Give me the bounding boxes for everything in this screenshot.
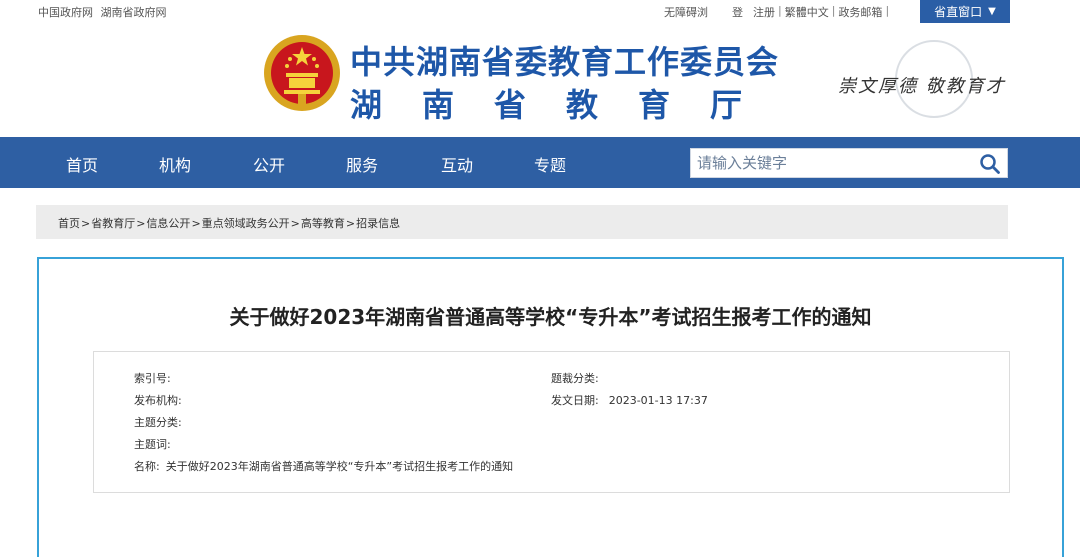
breadcrumb-separator: > xyxy=(290,217,300,230)
search-box xyxy=(690,148,1008,178)
link-accessibility[interactable]: 无障碍浏 xyxy=(664,4,708,20)
site-title-line2: 湖南省教育厅 xyxy=(350,86,783,124)
breadcrumb-separator: > xyxy=(81,217,91,230)
meta-date-label: 发文日期: xyxy=(551,394,599,407)
separator: | xyxy=(831,4,836,17)
nav-item-institutions[interactable]: 机构 xyxy=(159,152,191,176)
breadcrumb-separator: > xyxy=(345,217,356,230)
link-traditional-chinese[interactable]: 繁體中文 xyxy=(785,4,829,20)
meta-publisher: 发布机构: xyxy=(134,392,190,408)
separator: | xyxy=(778,4,782,17)
link-china-gov[interactable]: 中国政府网 xyxy=(38,6,93,19)
meta-keywords-label: 主题词: xyxy=(134,438,171,451)
meta-index: 索引号: xyxy=(134,370,179,386)
breadcrumb-item-admissions[interactable]: 招录信息 xyxy=(356,217,400,230)
meta-keywords: 主题词: xyxy=(134,436,179,452)
nav-item-home[interactable]: 首页 xyxy=(66,152,98,176)
meta-date: 发文日期: 2023-01-13 17:37 xyxy=(551,392,708,408)
search-icon[interactable] xyxy=(979,153,1001,175)
meta-name-label: 名称: xyxy=(134,460,160,473)
meta-category: 题裁分类: xyxy=(551,370,607,386)
national-emblem-icon xyxy=(264,35,340,111)
nav-item-interaction[interactable]: 互动 xyxy=(441,152,473,176)
link-gov-mail[interactable]: 政务邮箱 xyxy=(838,4,882,20)
breadcrumb-item-info-disclosure[interactable]: 信息公开 xyxy=(146,217,190,230)
nav-item-topics[interactable]: 专题 xyxy=(534,152,566,176)
article-title: 关于做好2023年湖南省普通高等学校“专升本”考试招生报考工作的通知 xyxy=(229,305,872,329)
article-metadata-box: 索引号: 题裁分类: 发布机构: 发文日期: 2023-01-13 17:37 主… xyxy=(93,351,1010,493)
meta-topic: 主题分类: xyxy=(134,414,190,430)
article-panel: 关于做好2023年湖南省普通高等学校“专升本”考试招生报考工作的通知 索引号: … xyxy=(37,257,1064,557)
caret-down-icon: ▼ xyxy=(988,6,996,17)
breadcrumb-item-home[interactable]: 首页 xyxy=(58,217,80,230)
breadcrumb-item-department[interactable]: 省教育厅 xyxy=(91,217,135,230)
site-slogan: 崇文厚德 敬教育才 xyxy=(838,76,1006,97)
meta-category-label: 题裁分类: xyxy=(551,372,599,385)
gov-window-label: 省直窗口 xyxy=(934,5,983,19)
link-login[interactable]: 登 xyxy=(732,4,743,20)
gov-window-dropdown[interactable]: 省直窗口 ▼ xyxy=(920,0,1010,23)
breadcrumb-separator: > xyxy=(191,217,201,230)
top-utility-bar: 中国政府网 湖南省政府网 无障碍浏 登 注册 | 繁體中文 | 政务邮箱 | xyxy=(0,0,1080,24)
meta-name-value: 关于做好2023年湖南省普通高等学校“专升本”考试招生报考工作的通知 xyxy=(165,460,514,473)
breadcrumb-item-higher-education[interactable]: 高等教育 xyxy=(301,217,345,230)
meta-index-label: 索引号: xyxy=(134,372,171,385)
breadcrumb-separator: > xyxy=(136,217,146,230)
search-input[interactable] xyxy=(697,153,967,173)
nav-item-disclosure[interactable]: 公开 xyxy=(253,152,285,176)
link-hunan-gov[interactable]: 湖南省政府网 xyxy=(101,6,167,19)
site-title-line1: 中共湖南省委教育工作委员会 xyxy=(350,43,780,81)
meta-topic-label: 主题分类: xyxy=(134,416,182,429)
meta-name: 名称: 关于做好2023年湖南省普通高等学校“专升本”考试招生报考工作的通知 xyxy=(134,458,513,474)
separator: | xyxy=(885,4,890,17)
breadcrumb-item-key-areas[interactable]: 重点领域政务公开 xyxy=(202,217,290,230)
breadcrumb: 首页>省教育厅>信息公开>重点领域政务公开>高等教育>招录信息 xyxy=(36,205,1008,239)
nav-item-services[interactable]: 服务 xyxy=(346,152,378,176)
link-register[interactable]: 注册 xyxy=(753,4,775,20)
meta-publisher-label: 发布机构: xyxy=(134,394,182,407)
meta-date-value: 2023-01-13 17:37 xyxy=(608,394,708,407)
